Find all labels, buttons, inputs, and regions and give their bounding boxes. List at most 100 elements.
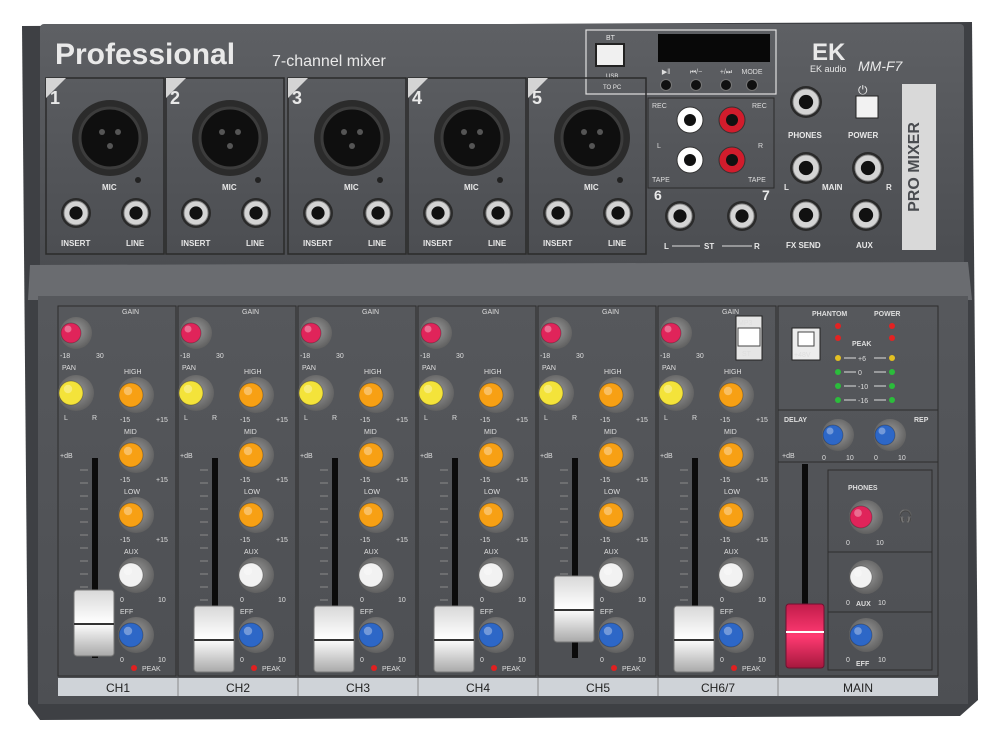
high-eq-knob[interactable] — [118, 377, 154, 413]
main-l-jack[interactable] — [790, 152, 822, 184]
phones-level-knob[interactable] — [849, 500, 883, 534]
aux-send-knob[interactable] — [358, 557, 394, 593]
mid-eq-knob[interactable] — [238, 437, 274, 473]
rca-jack[interactable] — [718, 146, 746, 174]
pan-knob[interactable] — [178, 375, 214, 411]
input-number: 4 — [412, 88, 422, 108]
usb-port[interactable] — [595, 43, 625, 67]
insert-jack[interactable] — [61, 198, 91, 228]
aux-send-knob[interactable] — [478, 557, 514, 593]
mic-xlr-input[interactable] — [72, 100, 148, 176]
channel-fader[interactable] — [673, 605, 715, 673]
master-aux-knob[interactable] — [849, 560, 883, 594]
channel-label-3: CH3 — [346, 681, 370, 695]
aux-send-knob[interactable] — [118, 557, 154, 593]
player-btn-1[interactable] — [690, 79, 702, 91]
mid-eq-knob[interactable] — [358, 437, 394, 473]
low-eq-knob[interactable] — [358, 497, 394, 533]
eq-min-label: -15 — [600, 417, 610, 424]
pan-knob[interactable] — [58, 375, 94, 411]
high-eq-knob[interactable] — [358, 377, 394, 413]
eff-send-knob[interactable] — [238, 617, 274, 653]
phantom-48v-button[interactable]: +48V — [791, 327, 821, 361]
high-eq-knob[interactable] — [478, 377, 514, 413]
low-eq-knob[interactable] — [238, 497, 274, 533]
main-r-jack[interactable] — [852, 152, 884, 184]
gain-knob[interactable] — [660, 317, 692, 349]
line-jack[interactable] — [121, 198, 151, 228]
player-btn-2[interactable] — [720, 79, 732, 91]
rep-knob[interactable] — [874, 419, 906, 451]
mic-xlr-input[interactable] — [554, 100, 630, 176]
st-l-jack[interactable] — [665, 201, 695, 231]
gain-knob[interactable] — [180, 317, 212, 349]
master-eff-knob[interactable] — [849, 618, 883, 652]
aux-send-knob[interactable] — [598, 557, 634, 593]
pan-knob[interactable] — [538, 375, 574, 411]
mic-xlr-input[interactable] — [314, 100, 390, 176]
pan-r-label: R — [452, 415, 457, 422]
player-btn-0[interactable] — [660, 79, 672, 91]
gain-knob[interactable] — [60, 317, 92, 349]
power-switch[interactable] — [855, 95, 879, 119]
low-eq-knob[interactable] — [478, 497, 514, 533]
pan-knob[interactable] — [658, 375, 694, 411]
eff-send-label: EFF — [240, 609, 253, 616]
eff-send-knob[interactable] — [478, 617, 514, 653]
low-label: LOW — [484, 489, 500, 496]
insert-jack[interactable] — [423, 198, 453, 228]
insert-label: INSERT — [543, 239, 572, 248]
mic-xlr-input[interactable] — [434, 100, 510, 176]
low-eq-knob[interactable] — [598, 497, 634, 533]
mid-eq-knob[interactable] — [118, 437, 154, 473]
line-jack[interactable] — [241, 198, 271, 228]
main-fader[interactable] — [785, 603, 825, 669]
pan-knob[interactable] — [298, 375, 334, 411]
high-eq-knob[interactable] — [718, 377, 754, 413]
eq-min-label: -15 — [120, 477, 130, 484]
eff-send-knob[interactable] — [118, 617, 154, 653]
send-max-label: 10 — [638, 657, 646, 664]
mid-eq-knob[interactable] — [478, 437, 514, 473]
fx-send-jack[interactable] — [790, 199, 822, 231]
master-aux-label: AUX — [856, 601, 871, 608]
rca-jack[interactable] — [718, 106, 746, 134]
low-eq-knob[interactable] — [718, 497, 754, 533]
mid-eq-knob[interactable] — [718, 437, 754, 473]
aux-send-knob[interactable] — [238, 557, 274, 593]
mic-xlr-input[interactable] — [192, 100, 268, 176]
insert-jack[interactable] — [303, 198, 333, 228]
st-r-jack[interactable] — [727, 201, 757, 231]
line-jack[interactable] — [603, 198, 633, 228]
gain-knob[interactable] — [540, 317, 572, 349]
channel-fader[interactable] — [73, 589, 115, 657]
eff-send-knob[interactable] — [598, 617, 634, 653]
line-jack[interactable] — [483, 198, 513, 228]
channel-fader[interactable] — [553, 575, 595, 643]
rca-jack[interactable] — [676, 146, 704, 174]
player-btn-3[interactable] — [746, 79, 758, 91]
insert-jack[interactable] — [181, 198, 211, 228]
delay-knob[interactable] — [822, 419, 854, 451]
aux-send-knob[interactable] — [718, 557, 754, 593]
gain-knob[interactable] — [300, 317, 332, 349]
channel-fader[interactable] — [313, 605, 355, 673]
send-min-label: 0 — [720, 657, 724, 664]
pan-knob[interactable] — [418, 375, 454, 411]
aux-out-jack[interactable] — [850, 199, 882, 231]
channel-fader[interactable] — [433, 605, 475, 673]
line-jack[interactable] — [363, 198, 393, 228]
gain-min-label: -18 — [660, 353, 670, 360]
phones-jack[interactable] — [790, 86, 822, 118]
high-eq-knob[interactable] — [598, 377, 634, 413]
eff-send-knob[interactable] — [718, 617, 754, 653]
insert-jack[interactable] — [543, 198, 573, 228]
gain-knob[interactable] — [420, 317, 452, 349]
eff-send-knob[interactable] — [358, 617, 394, 653]
channel-fader[interactable] — [193, 605, 235, 673]
mp3-st-button[interactable]: MP3 ST — [735, 315, 763, 361]
mid-eq-knob[interactable] — [598, 437, 634, 473]
low-eq-knob[interactable] — [118, 497, 154, 533]
rca-jack[interactable] — [676, 106, 704, 134]
high-eq-knob[interactable] — [238, 377, 274, 413]
